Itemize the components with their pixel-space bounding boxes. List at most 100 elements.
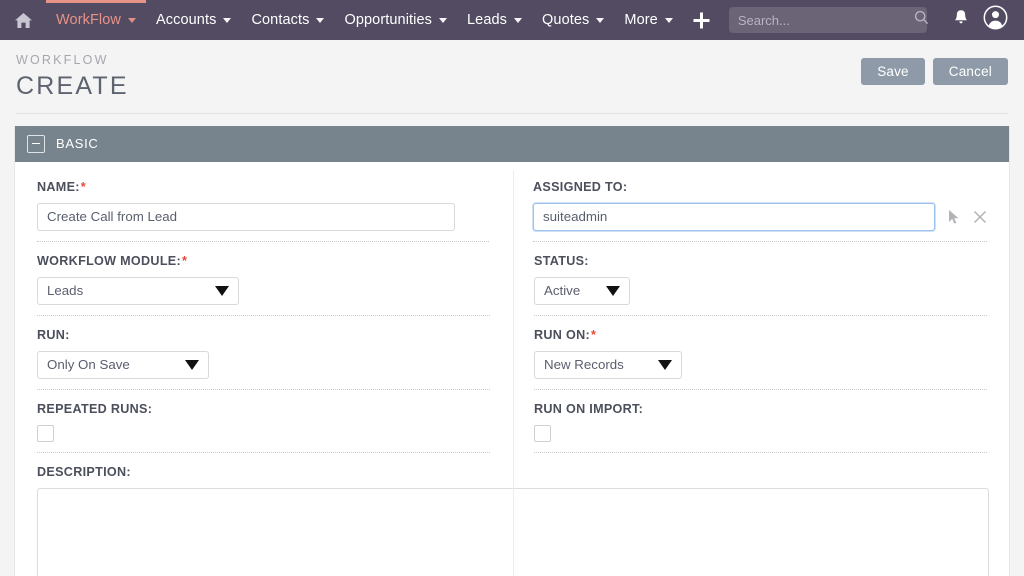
form-row: REPEATED RUNS: RUN ON IMPORT: (15, 390, 1009, 453)
field-label: ASSIGNED TO: (533, 180, 987, 194)
header-divider (16, 113, 1008, 114)
nav-item-label: Leads (467, 12, 507, 28)
nav-item-more[interactable]: More (614, 0, 682, 40)
chevron-down-icon (185, 360, 199, 370)
run-on-import-checkbox[interactable] (534, 425, 551, 442)
repeated-runs-checkbox[interactable] (37, 425, 54, 442)
field-repeated-runs: REPEATED RUNS: (15, 390, 512, 453)
nav-item-opportunities[interactable]: Opportunities (334, 0, 457, 40)
nav-item-label: Contacts (251, 12, 309, 28)
column-divider (513, 170, 514, 576)
bell-icon (953, 9, 969, 31)
field-label-text: STATUS: (534, 254, 589, 268)
search-icon[interactable] (914, 10, 929, 30)
page-header-titles: WORKFLOW CREATE (16, 53, 861, 103)
nav-item-workflow[interactable]: WorkFlow (46, 0, 146, 40)
plus-icon (692, 11, 711, 30)
top-navigation-bar: WorkFlow Accounts Contacts Opportunities… (0, 0, 1024, 40)
nav-item-label: Accounts (156, 12, 216, 28)
chevron-down-icon (439, 18, 447, 23)
chevron-down-icon (514, 18, 522, 23)
breadcrumb: WORKFLOW (16, 53, 861, 68)
home-icon (14, 12, 33, 29)
nav-item-accounts[interactable]: Accounts (146, 0, 241, 40)
page-header: WORKFLOW CREATE Save Cancel (0, 40, 1024, 113)
global-search[interactable] (729, 7, 927, 33)
field-run: RUN: Only On Save (15, 316, 512, 390)
form-row: WORKFLOW MODULE:* Leads STATUS: Active (15, 242, 1009, 316)
field-label-text: REPEATED RUNS: (37, 402, 152, 416)
nav-item-label: WorkFlow (56, 12, 121, 28)
notifications-button[interactable] (944, 9, 978, 31)
field-status: STATUS: Active (512, 242, 1009, 316)
field-label: RUN ON IMPORT: (534, 402, 987, 416)
select-value: Only On Save (47, 357, 130, 372)
basic-panel-header[interactable]: BASIC (15, 126, 1009, 162)
required-asterisk: * (81, 180, 86, 194)
arrow-select-icon[interactable] (947, 209, 961, 225)
field-run-on-import: RUN ON IMPORT: (512, 390, 1009, 453)
cancel-button[interactable]: Cancel (933, 58, 1008, 85)
run-on-select[interactable]: New Records (534, 351, 682, 379)
chevron-down-icon (215, 286, 229, 296)
chevron-down-icon (128, 18, 136, 23)
field-label-text: NAME: (37, 180, 80, 194)
search-input[interactable] (738, 13, 914, 28)
chevron-down-icon (606, 286, 620, 296)
nav-item-leads[interactable]: Leads (457, 0, 532, 40)
nav-item-label: Quotes (542, 12, 589, 28)
run-select[interactable]: Only On Save (37, 351, 209, 379)
home-button[interactable] (0, 0, 46, 40)
field-workflow-module: WORKFLOW MODULE:* Leads (15, 242, 512, 316)
user-avatar-icon (983, 5, 1008, 35)
field-label: WORKFLOW MODULE:* (37, 254, 490, 268)
name-input[interactable] (37, 203, 455, 231)
nav-item-label: Opportunities (344, 12, 432, 28)
page-title: CREATE (16, 70, 861, 103)
field-name: NAME:* (15, 168, 511, 242)
field-label: REPEATED RUNS: (37, 402, 490, 416)
field-label: STATUS: (534, 254, 987, 268)
basic-form: NAME:* ASSIGNED TO: (15, 162, 1009, 576)
quick-create-button[interactable] (683, 0, 721, 40)
form-row: NAME:* ASSIGNED TO: (15, 168, 1009, 242)
select-value: Active (544, 283, 580, 298)
save-button[interactable]: Save (861, 58, 925, 85)
chevron-down-icon (658, 360, 672, 370)
assigned-to-input[interactable] (533, 203, 935, 231)
select-value: New Records (544, 357, 624, 372)
field-assigned-to: ASSIGNED TO: (511, 168, 1009, 242)
basic-panel: BASIC NAME:* ASSIGNED TO: (14, 126, 1010, 576)
field-label-text: DESCRIPTION: (37, 465, 131, 479)
field-label: RUN ON:* (534, 328, 987, 342)
field-label-text: WORKFLOW MODULE: (37, 254, 181, 268)
user-menu-button[interactable] (978, 5, 1012, 35)
collapse-panel-toggle[interactable] (27, 135, 45, 153)
nav-item-quotes[interactable]: Quotes (532, 0, 614, 40)
chevron-down-icon (596, 18, 604, 23)
status-select[interactable]: Active (534, 277, 630, 305)
clear-x-icon[interactable] (973, 210, 987, 224)
field-label-text: RUN ON: (534, 328, 590, 342)
field-label: NAME:* (37, 180, 489, 194)
basic-panel-title: BASIC (56, 136, 99, 151)
workflow-module-select[interactable]: Leads (37, 277, 239, 305)
chevron-down-icon (316, 18, 324, 23)
nav-item-contacts[interactable]: Contacts (241, 0, 334, 40)
field-label-text: RUN: (37, 328, 70, 342)
minus-icon (32, 143, 40, 145)
field-run-on: RUN ON:* New Records (512, 316, 1009, 390)
required-asterisk: * (182, 254, 187, 268)
form-row: RUN: Only On Save RUN ON:* New Records (15, 316, 1009, 390)
assigned-to-row (533, 203, 987, 231)
chevron-down-icon (223, 18, 231, 23)
navbar-right-actions (944, 0, 1024, 40)
select-value: Leads (47, 283, 83, 298)
form-row: DESCRIPTION: (15, 453, 1009, 576)
chevron-down-icon (665, 18, 673, 23)
required-asterisk: * (591, 328, 596, 342)
field-label-text: ASSIGNED TO: (533, 180, 627, 194)
page-header-actions: Save Cancel (861, 53, 1008, 85)
field-label-text: RUN ON IMPORT: (534, 402, 643, 416)
field-label: RUN: (37, 328, 490, 342)
